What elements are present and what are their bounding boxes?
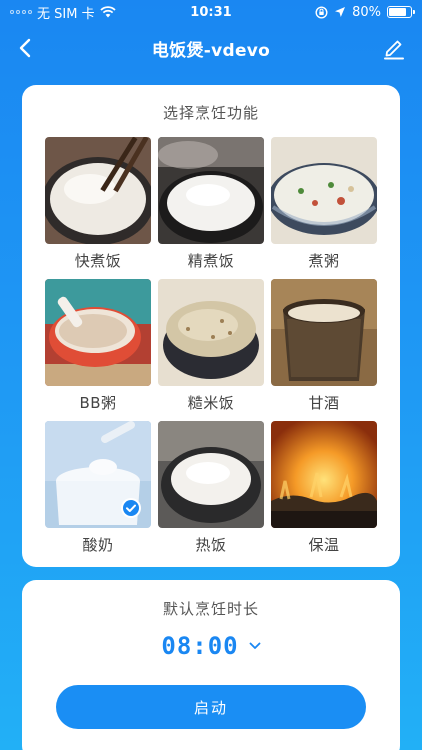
function-label: 保温 xyxy=(308,536,340,554)
duration-card: 默认烹饪时长 08:00 启动 xyxy=(22,580,400,750)
function-label: 酸奶 xyxy=(82,536,114,554)
function-label: 精煮饭 xyxy=(187,252,235,270)
function-label: 快煮饭 xyxy=(74,252,122,270)
function-brown-rice[interactable]: 糙米饭 xyxy=(158,279,264,421)
function-quick-rice[interactable]: 快煮饭 xyxy=(45,137,151,279)
time-picker[interactable]: 08:00 xyxy=(22,632,400,660)
porridge-image xyxy=(271,137,377,244)
function-keep-warm[interactable]: 保温 xyxy=(271,421,377,563)
function-fine-rice[interactable]: 精煮饭 xyxy=(158,137,264,279)
function-card-title: 选择烹饪功能 xyxy=(162,104,259,122)
back-chevron-icon[interactable] xyxy=(14,36,38,60)
nav-bar: 电饭煲-vdevo xyxy=(0,28,422,68)
function-label: 煮粥 xyxy=(308,252,340,270)
status-right: 80% xyxy=(315,4,415,20)
page-title: 电饭煲-vdevo xyxy=(151,40,271,61)
function-reheat[interactable]: 热饭 xyxy=(158,421,264,563)
location-icon xyxy=(335,7,346,17)
battery-fill xyxy=(389,8,406,16)
baby-porridge-image xyxy=(45,279,151,386)
check-circle-icon xyxy=(121,498,141,518)
duration-card-title: 默认烹饪时长 xyxy=(162,600,259,618)
function-yogurt[interactable]: 酸奶 xyxy=(45,421,151,563)
battery-icon xyxy=(387,6,415,18)
pencil-icon[interactable] xyxy=(382,36,406,60)
chevron-down-icon xyxy=(249,642,261,649)
yogurt-image xyxy=(45,421,151,528)
reheat-image xyxy=(158,421,264,528)
sweet-sake-image xyxy=(271,279,377,386)
function-card: 选择烹饪功能 快煮饭 精煮饭 煮粥 BB粥 糙米饭 甘酒 酸奶 热饭 保温 xyxy=(22,85,400,567)
function-label: 糙米饭 xyxy=(187,394,235,412)
status-bar: 无 SIM 卡 10:31 80% xyxy=(0,0,422,24)
function-grid: 快煮饭 精煮饭 煮粥 BB粥 糙米饭 甘酒 酸奶 热饭 保温 xyxy=(45,137,377,563)
wifi-icon xyxy=(99,6,116,18)
quick-rice-image xyxy=(45,137,151,244)
time-value: 08:00 xyxy=(161,632,239,660)
start-button[interactable]: 启动 xyxy=(56,685,366,729)
brown-rice-image xyxy=(158,279,264,386)
fine-rice-image xyxy=(158,137,264,244)
function-baby-porridge[interactable]: BB粥 xyxy=(45,279,151,421)
signal-icon xyxy=(10,10,32,14)
function-label: BB粥 xyxy=(79,394,117,412)
function-porridge[interactable]: 煮粥 xyxy=(271,137,377,279)
orientation-lock-icon xyxy=(315,5,328,19)
function-label: 甘酒 xyxy=(308,394,340,412)
keep-warm-image xyxy=(271,421,377,528)
carrier-label: 无 SIM 卡 xyxy=(37,6,95,22)
function-sweet-sake[interactable]: 甘酒 xyxy=(271,279,377,421)
status-left: 无 SIM 卡 xyxy=(10,3,116,22)
function-label: 热饭 xyxy=(195,536,227,554)
battery-percent: 80% xyxy=(352,4,381,20)
